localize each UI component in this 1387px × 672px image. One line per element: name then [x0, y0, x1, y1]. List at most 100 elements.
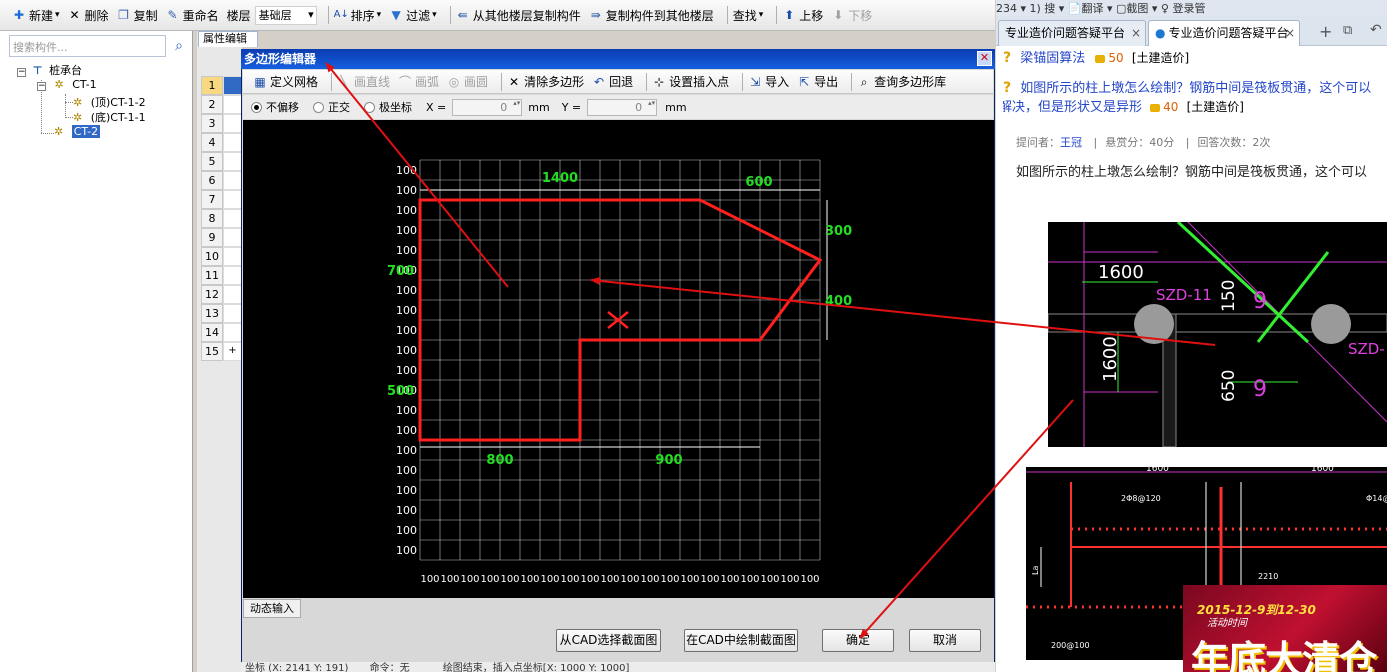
property-cell[interactable]	[223, 323, 242, 342]
row-scale-label: 100	[396, 244, 417, 257]
tab-property-edit[interactable]: 属性编辑	[198, 31, 258, 47]
copy-from-floor-button[interactable]: ⇚ 从其他楼层复制构件	[456, 7, 581, 24]
draw-line-button[interactable]: ╲ 画直线	[337, 73, 390, 90]
tree-item-ct1-bottom[interactable]: ✲ (底)CT-1-1	[73, 109, 146, 125]
browser-tab-1[interactable]: 专业造价问题答疑平台 ×	[998, 20, 1146, 46]
promo-banner[interactable]: 2015-12-9到12-30 活动时间 年底大清仓	[1183, 585, 1387, 672]
orthogonal-radio[interactable]	[313, 101, 324, 113]
property-cell[interactable]	[223, 152, 242, 171]
x-input[interactable]: 0	[452, 98, 523, 116]
tree-item-ct1[interactable]: − ✲ CT-1	[37, 78, 97, 91]
cad-label: SZD-	[1348, 340, 1385, 358]
question-2-title-cont[interactable]: 解决，但是形状又是异形	[1003, 100, 1142, 115]
new-button[interactable]: ✚ 新建 ▾	[12, 7, 60, 24]
meta-separator: |	[1093, 136, 1098, 149]
query-library-button[interactable]: ⌕ 查询多边形库	[857, 73, 946, 90]
question-1-title[interactable]: 梁锚固算法	[1020, 51, 1085, 66]
y-label: Y =	[561, 100, 582, 114]
cad-label: 9	[1253, 377, 1267, 402]
property-cell[interactable]	[223, 247, 242, 266]
dimension-label: 300	[825, 224, 852, 239]
tree-label-root: 桩承台	[49, 64, 83, 77]
export-button[interactable]: ⇱ 导出	[797, 73, 838, 90]
copy-to-floor-button[interactable]: ⇛ 复制构件到其他楼层	[589, 7, 714, 24]
polygon-canvas[interactable]: 100 100 100 100 100 100 100 100 100 100 100 100 100 1…	[243, 120, 994, 598]
circle-icon: ◎	[448, 74, 460, 89]
cancel-button[interactable]: 取消	[909, 629, 981, 652]
copy-button[interactable]: ❐ 复制	[117, 7, 157, 24]
cad-pile-circle	[1311, 304, 1351, 344]
search-icon[interactable]: ⌕	[170, 37, 188, 55]
property-cell[interactable]	[223, 228, 242, 247]
move-up-button[interactable]: ⬆ 上移	[782, 7, 823, 24]
property-cell[interactable]	[223, 76, 242, 95]
filter-button[interactable]: ▼ 过滤 ▾	[389, 7, 437, 24]
browser-tab-2[interactable]: ● 专业造价问题答疑平台 ×	[1148, 20, 1300, 46]
ok-button[interactable]: 确定	[822, 629, 894, 652]
draw-arc-button[interactable]: ⌒ 画弧	[398, 73, 439, 90]
collapse-icon[interactable]: −	[37, 82, 46, 91]
floor-select[interactable]: 基础层	[254, 5, 317, 25]
close-icon[interactable]: ×	[1131, 21, 1141, 45]
collapse-icon[interactable]: −	[17, 68, 26, 77]
copy-from-floor-label: 从其他楼层复制构件	[472, 8, 581, 23]
sort-button[interactable]: A↓ 排序 ▾	[334, 7, 382, 24]
polygon-grid[interactable]: 1001001001001001001001001001001001001001…	[243, 120, 994, 598]
find-button[interactable]: 查找 ▾	[733, 7, 764, 24]
col-scale-label: 100	[740, 574, 759, 585]
toolbar-separator	[501, 72, 503, 91]
select-cad-button[interactable]: 从CAD选择截面图	[556, 629, 661, 652]
tree-item-ct1-top[interactable]: ✲ (顶)CT-1-2	[73, 94, 146, 110]
property-cell[interactable]	[223, 190, 242, 209]
component-icon: ✲	[54, 125, 64, 138]
draw-circle-button[interactable]: ◎ 画圆	[447, 73, 488, 90]
new-tab-icon[interactable]: +	[1319, 22, 1332, 41]
close-icon[interactable]: ✕	[977, 51, 992, 66]
search-input[interactable]: 搜索构件...	[9, 35, 166, 57]
property-cell[interactable]	[223, 133, 242, 152]
back-icon[interactable]: ↶	[1370, 22, 1382, 38]
tree-item-root[interactable]: − ⊤ 桩承台	[17, 62, 82, 78]
property-cell[interactable]	[223, 266, 242, 285]
rename-button[interactable]: ✎ 重命名	[166, 7, 219, 24]
delete-button[interactable]: ✕ 删除	[68, 7, 109, 24]
question-item-2[interactable]: ? 如图所示的柱上墩怎么绘制？钢筋中间是筏板贯通，这个可以 解决，但是形状又是异…	[1003, 79, 1387, 117]
property-cell[interactable]	[223, 285, 242, 304]
y-input[interactable]: 0	[587, 98, 658, 116]
import-button[interactable]: ⇲ 导入	[748, 73, 789, 90]
question-icon: ?	[1003, 50, 1012, 66]
move-down-button[interactable]: ⬇ 下移	[831, 7, 872, 24]
no-offset-radio[interactable]	[251, 101, 262, 113]
toolbar-separator	[776, 6, 778, 24]
property-cell[interactable]	[223, 171, 242, 190]
col-scale-label: 100	[580, 574, 599, 585]
draw-cad-button[interactable]: 在CAD中绘制截面图	[684, 629, 798, 652]
property-cell[interactable]	[223, 95, 242, 114]
clear-polygon-button[interactable]: ✕ 清除多边形	[507, 73, 584, 90]
new-icon: ✚	[13, 8, 25, 22]
close-icon[interactable]: ×	[1285, 21, 1295, 45]
row-scale-label: 100	[396, 304, 417, 317]
undo-button[interactable]: ↶ 回退	[592, 73, 633, 90]
main-toolbar: ✚新建▾ ✕删除 ❐复制 ✎重命名 楼层 基础层 A↓排序▾ ▼过滤▾ ⇚从其他…	[0, 0, 995, 31]
tab-dynamic-input[interactable]: 动态输入	[243, 599, 301, 618]
set-insert-point-button[interactable]: ⊹ 设置插入点	[652, 73, 729, 90]
define-grid-button[interactable]: ▦ 定义网格	[253, 73, 318, 90]
grid-icon: ▦	[254, 74, 266, 89]
browser-top-strip: 234 ▾ 1) 搜 ▾ 📄翻译 ▾ ▢截图 ▾ ♀ 登录管	[996, 0, 1387, 16]
cad-image-1[interactable]: 1600 SZD-11 150 1600 650 9 9 SZD-	[1048, 222, 1387, 447]
draw-arc-label: 画弧	[415, 75, 440, 89]
question-2-title[interactable]: 如图所示的柱上墩怎么绘制？钢筋中间是筏板贯通，这个可以	[1020, 81, 1371, 96]
add-row-button[interactable]: +	[223, 342, 242, 361]
property-cell[interactable]	[223, 209, 242, 228]
col-scale-label: 100	[660, 574, 679, 585]
property-cell[interactable]	[223, 304, 242, 323]
polar-radio[interactable]	[364, 101, 375, 113]
row-number: 8	[201, 209, 223, 228]
question-item-1[interactable]: ? 梁锚固算法 50 [土建造价]	[1003, 47, 1189, 66]
tree-item-ct2[interactable]: ✲ CT-2	[54, 125, 101, 138]
restore-tabs-icon[interactable]: ⧉	[1343, 23, 1352, 38]
property-cell[interactable]	[223, 114, 242, 133]
status-hint: 绘图结束，插入点坐标[X: 1000 Y: 1000]	[442, 663, 630, 672]
asker-link[interactable]: 王冠	[1060, 136, 1082, 149]
